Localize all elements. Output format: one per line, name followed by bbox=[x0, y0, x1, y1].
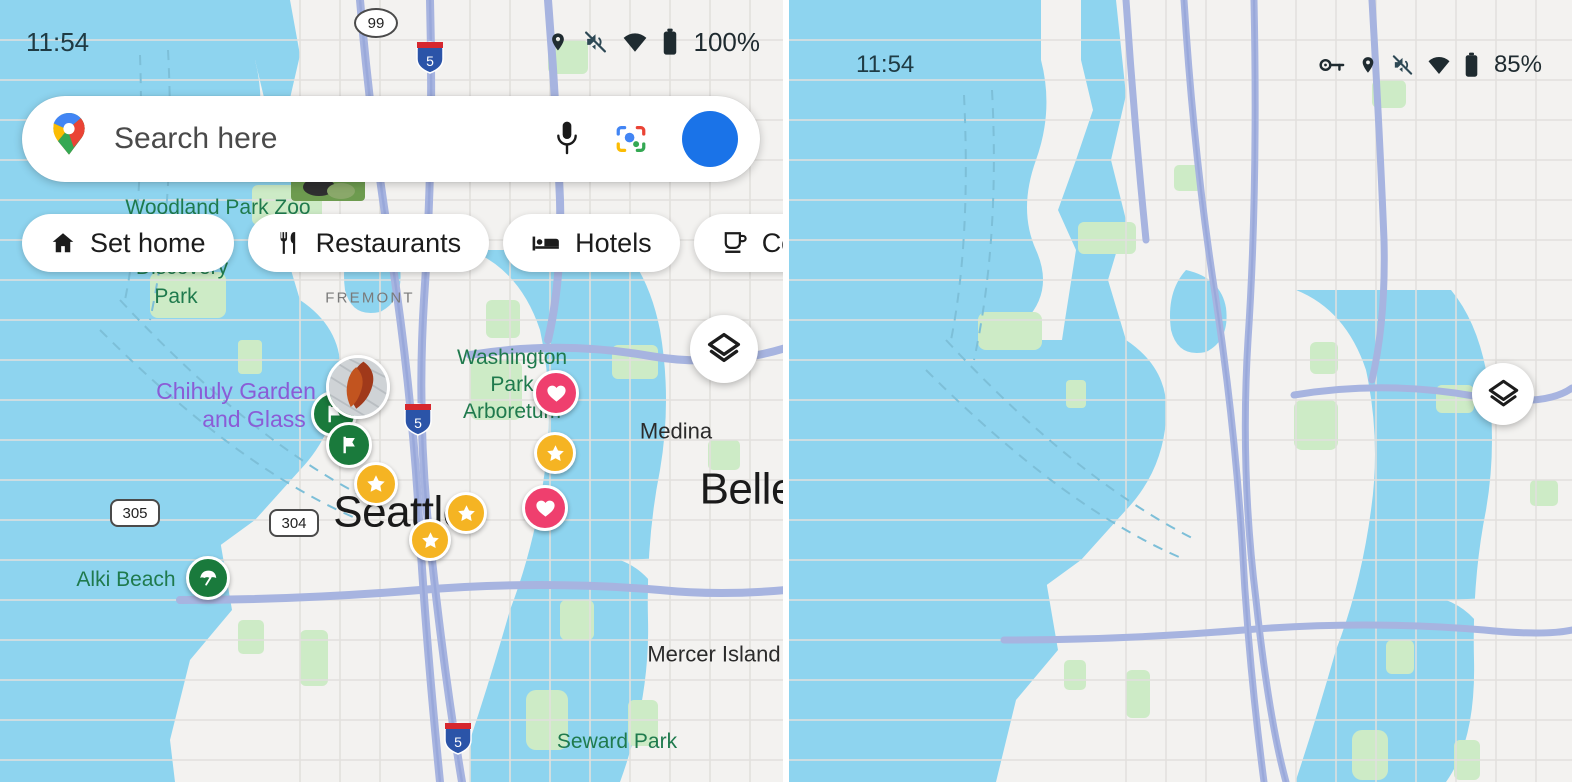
chip-label: Hotels bbox=[575, 227, 652, 258]
microphone-icon[interactable] bbox=[554, 120, 580, 158]
google-maps-pin-icon bbox=[53, 113, 85, 155]
search-bar-left[interactable]: Search here bbox=[22, 96, 760, 182]
panel-divider bbox=[783, 0, 789, 782]
chip-hotels[interactable]: Hotels bbox=[503, 214, 680, 272]
svg-text:5: 5 bbox=[414, 415, 422, 431]
wifi-icon bbox=[1428, 57, 1450, 74]
mute-icon bbox=[1392, 55, 1413, 75]
star-icon bbox=[421, 531, 439, 548]
wifi-icon bbox=[623, 33, 646, 52]
map-layers-icon bbox=[707, 332, 741, 363]
heart-icon bbox=[546, 385, 566, 402]
map-marker-heart[interactable] bbox=[533, 370, 579, 416]
search-actions-left bbox=[554, 111, 738, 167]
interstate-shield-icon: 5 bbox=[444, 722, 472, 755]
map-marker-star[interactable] bbox=[354, 462, 398, 506]
star-icon bbox=[457, 504, 475, 521]
highway-shield: 305 bbox=[110, 499, 160, 527]
map-base-right bbox=[786, 0, 1572, 782]
chip-coffee[interactable]: Coffee bbox=[693, 214, 786, 272]
map-marker-star[interactable] bbox=[409, 519, 451, 561]
heart-icon bbox=[535, 500, 555, 517]
map-layers-icon bbox=[1488, 379, 1518, 406]
highway-shield: 304 bbox=[269, 509, 319, 537]
chip-set-home[interactable]: Set home bbox=[22, 214, 234, 272]
map-marker-beach[interactable] bbox=[186, 556, 230, 600]
status-time: 11:54 bbox=[26, 26, 90, 57]
map-marker-heart[interactable] bbox=[522, 485, 568, 531]
account-avatar-button[interactable] bbox=[682, 111, 738, 167]
google-lens-icon[interactable] bbox=[614, 122, 648, 156]
flag-icon bbox=[343, 436, 355, 454]
status-icon-group: 85% bbox=[1319, 51, 1542, 79]
map-marker-star[interactable] bbox=[534, 432, 576, 474]
status-bar-right: 11:54 85% bbox=[786, 50, 1572, 80]
coffee-cup-icon bbox=[724, 232, 747, 253]
place-photo-image bbox=[329, 358, 387, 416]
screenshot-left-phone: Woodland Park Zoo Discovery Park FREMONT… bbox=[0, 0, 786, 782]
category-chip-row-left[interactable]: Set home Restaurants Hotels Coffee bbox=[22, 214, 786, 272]
chip-label: Set home bbox=[90, 227, 206, 258]
status-icon-group: 100% bbox=[547, 26, 761, 58]
location-pin-icon bbox=[1362, 57, 1374, 73]
map-layers-button-left[interactable] bbox=[690, 315, 758, 383]
battery-icon bbox=[663, 28, 676, 55]
star-icon bbox=[367, 475, 385, 492]
screenshot-right-phone: Woodland Park Zoo Kirkla Park FREMONT Ch… bbox=[786, 0, 1572, 782]
interstate-shield: 5 bbox=[403, 402, 433, 436]
chip-label: Restaurants bbox=[315, 227, 462, 258]
chip-restaurants[interactable]: Restaurants bbox=[247, 214, 490, 272]
hotel-bed-icon bbox=[532, 236, 560, 251]
mute-icon bbox=[584, 31, 606, 53]
map-marker-star[interactable] bbox=[445, 492, 487, 534]
battery-percentage: 100% bbox=[693, 26, 761, 57]
location-pin-icon bbox=[551, 33, 564, 51]
home-icon bbox=[52, 233, 74, 253]
interstate-shield: 5 bbox=[443, 721, 473, 755]
star-icon bbox=[546, 444, 564, 461]
battery-percentage: 85% bbox=[1493, 51, 1542, 78]
beach-umbrella-icon bbox=[200, 570, 217, 586]
search-input[interactable]: Search here bbox=[114, 122, 554, 156]
place-photo-marker[interactable] bbox=[326, 355, 390, 419]
status-bar-left: 11:54 100% bbox=[0, 26, 786, 58]
map-marker-flag[interactable] bbox=[326, 422, 372, 468]
map-layers-button-right[interactable] bbox=[1472, 363, 1534, 425]
status-time: 11:54 bbox=[856, 51, 915, 78]
battery-icon bbox=[1465, 52, 1478, 77]
interstate-shield-icon: 5 bbox=[404, 403, 432, 436]
svg-text:5: 5 bbox=[454, 734, 462, 750]
restaurant-icon bbox=[280, 232, 295, 254]
side-by-side-screenshots: Woodland Park Zoo Discovery Park FREMONT… bbox=[0, 0, 1572, 782]
key-icon bbox=[1319, 58, 1345, 72]
map-canvas-right[interactable]: Woodland Park Zoo Kirkla Park FREMONT Ch… bbox=[786, 0, 1572, 782]
